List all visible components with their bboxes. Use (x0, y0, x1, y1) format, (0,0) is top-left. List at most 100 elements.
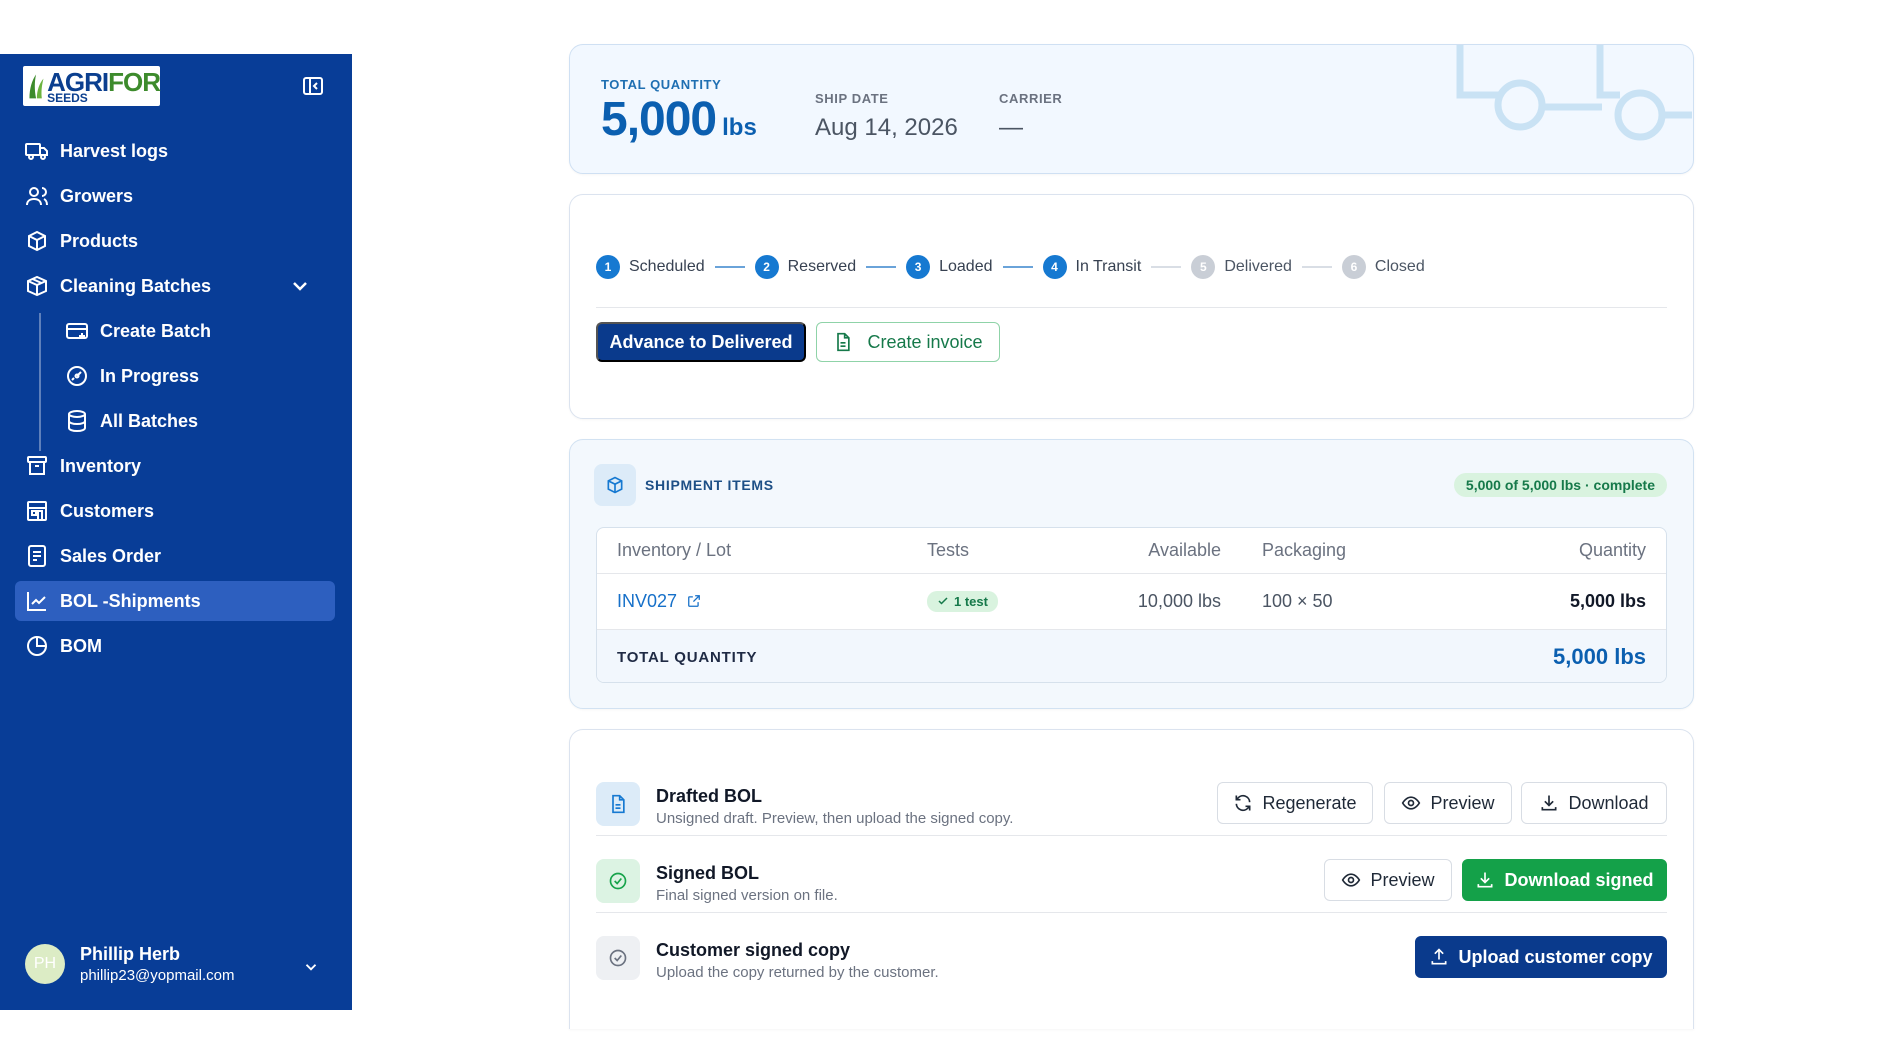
step-label: Scheduled (629, 258, 705, 275)
drafted-bol-subtitle: Unsigned draft. Preview, then upload the… (656, 810, 1014, 827)
regenerate-button[interactable]: Regenerate (1217, 782, 1373, 824)
test-count: 1 test (954, 593, 988, 609)
sidebar-item-label: Inventory (60, 455, 142, 476)
regenerate-label: Regenerate (1262, 792, 1357, 813)
table-header: Inventory / Lot Tests Available Packagin… (597, 528, 1666, 574)
file-icon-tile (596, 782, 640, 826)
test-badge[interactable]: 1 test (927, 590, 998, 612)
database-icon (68, 410, 86, 433)
sidebar-item-cleaning-batches[interactable]: Cleaning Batches (15, 266, 335, 306)
sidebar-item-label: Products (60, 230, 139, 251)
column-header-lot[interactable]: Inventory / Lot (617, 540, 731, 561)
ship-date-value: Aug 14, 2026 (815, 114, 958, 141)
sidebar-item-label: Create Batch (100, 320, 212, 341)
step-connector (1002, 266, 1033, 268)
table-row: INV027 1 test 10,000 lbs 100 × 50 5,000 … (597, 574, 1666, 630)
carrier-value: — (999, 114, 1023, 141)
progress-icon (67, 366, 87, 386)
column-header-packaging[interactable]: Packaging (1262, 540, 1346, 561)
download-icon (1541, 795, 1557, 811)
sidebar-item-all-batches[interactable]: All Batches (55, 401, 335, 441)
sidebar-item-bom[interactable]: BOM (15, 626, 335, 666)
drafted-preview-button[interactable]: Preview (1384, 782, 1512, 824)
sidebar-item-sales-order[interactable]: Sales Order (15, 536, 335, 576)
chart-line-icon (27, 592, 46, 611)
step-connector (1301, 266, 1332, 268)
download-signed-button[interactable]: Download signed (1462, 859, 1667, 901)
sidebar-item-harvest-logs[interactable]: Harvest logs (15, 131, 335, 171)
lot-cell[interactable]: INV027 (617, 591, 701, 612)
kpi-value: 5,000 lbs (601, 92, 757, 147)
chevron-down-icon[interactable] (302, 958, 320, 976)
user-name: Phillip Herb (80, 944, 181, 964)
total-quantity-value: 5,000 lbs (1553, 644, 1646, 669)
step-number: 1 (596, 255, 620, 279)
sidebar-item-label: All Batches (100, 410, 199, 431)
column-header-available[interactable]: Available (1148, 540, 1221, 561)
upload-icon (1431, 948, 1447, 965)
user-profile[interactable]: PH Phillip Herb phillip23@yopmail.com (25, 944, 234, 984)
status-card: 1 Scheduled 2 Reserved 3 Loaded 4 In Transit… (569, 194, 1694, 419)
submenu-guide-line (39, 313, 41, 451)
step-delivered: 5 Delivered (1191, 255, 1292, 279)
column-header-tests[interactable]: Tests (927, 540, 969, 561)
sidebar-item-label: Growers (60, 185, 134, 206)
sidebar-item-label: Harvest logs (60, 140, 169, 161)
archive-icon (27, 456, 47, 475)
ship-date-kpi: SHIP DATE Aug 14, 2026 (815, 91, 958, 142)
kpi-label: CARRIER (999, 91, 1063, 106)
signed-bol-subtitle: Final signed version on file. (656, 887, 838, 904)
drafted-bol-row: Drafted BOL Unsigned draft. Preview, the… (596, 774, 1667, 836)
shipment-items-card: SHIPMENT ITEMS 5,000 of 5,000 lbs · comp… (569, 439, 1694, 709)
advance-to-delivered-button[interactable]: Advance to Delivered (596, 322, 806, 362)
step-label: In Transit (1075, 258, 1142, 275)
total-quantity-kpi: TOTAL QUANTITY 5,000 lbs (601, 77, 757, 147)
leaf-logo-icon (27, 72, 46, 100)
external-link-icon[interactable] (687, 594, 701, 608)
customer-copy-title: Customer signed copy (656, 940, 851, 960)
completion-badge: 5,000 of 5,000 lbs · complete (1453, 473, 1667, 497)
chevron-down-icon[interactable] (288, 274, 312, 298)
tests-cell: 1 test (927, 590, 998, 613)
pending-icon-tile (596, 936, 640, 980)
step-label: Reserved (787, 258, 857, 275)
sidebar-collapse-icon[interactable] (301, 74, 325, 98)
sidebar-item-in-progress[interactable]: In Progress (55, 356, 335, 396)
create-invoice-label: Create invoice (867, 331, 983, 352)
sidebar-item-label: Customers (60, 500, 155, 521)
document-icon (837, 332, 851, 352)
step-number: 4 (1042, 255, 1067, 279)
sidebar-item-customers[interactable]: Customers (15, 491, 335, 531)
column-header-quantity[interactable]: Quantity (1579, 540, 1646, 561)
brand-logo[interactable]: AGRIFOR SEEDS (23, 66, 161, 106)
drafted-download-button[interactable]: Download (1521, 782, 1667, 824)
upload-customer-copy-label: Upload customer copy (1458, 946, 1653, 967)
avatar: PH (25, 944, 65, 984)
shipment-items-table: Inventory / Lot Tests Available Packagin… (596, 527, 1667, 683)
preview-label: Preview (1370, 869, 1435, 890)
truck-icon (25, 143, 48, 160)
document-icon (28, 545, 46, 567)
sidebar-item-products[interactable]: Products (15, 221, 335, 261)
eye-icon (1342, 873, 1361, 887)
sidebar-item-inventory[interactable]: Inventory (15, 446, 335, 486)
sidebar-item-label: Sales Order (60, 545, 162, 566)
bol-documents-card: Drafted BOL Unsigned draft. Preview, the… (569, 729, 1694, 1029)
drafted-bol-title: Drafted BOL (656, 786, 763, 806)
lot-link[interactable]: INV027 (617, 591, 677, 611)
carrier-kpi: CARRIER — (999, 91, 1062, 142)
sidebar-item-growers[interactable]: Growers (15, 176, 335, 216)
sidebar-item-bol-shipments[interactable]: BOL -Shipments (15, 581, 335, 621)
sidebar-item-label: In Progress (100, 365, 200, 386)
sidebar-item-create-batch[interactable]: Create Batch (55, 311, 335, 351)
box-icon (28, 230, 46, 252)
step-connector (866, 266, 897, 268)
section-header: SHIPMENT ITEMS (594, 464, 774, 506)
create-invoice-button[interactable]: Create invoice (816, 322, 1000, 362)
signed-preview-button[interactable]: Preview (1324, 859, 1452, 901)
upload-customer-copy-button[interactable]: Upload customer copy (1415, 936, 1667, 978)
divider (596, 307, 1667, 308)
download-signed-label: Download signed (1504, 869, 1654, 890)
sidebar-item-label: Cleaning Batches (60, 275, 212, 296)
step-label: Loaded (939, 258, 993, 275)
